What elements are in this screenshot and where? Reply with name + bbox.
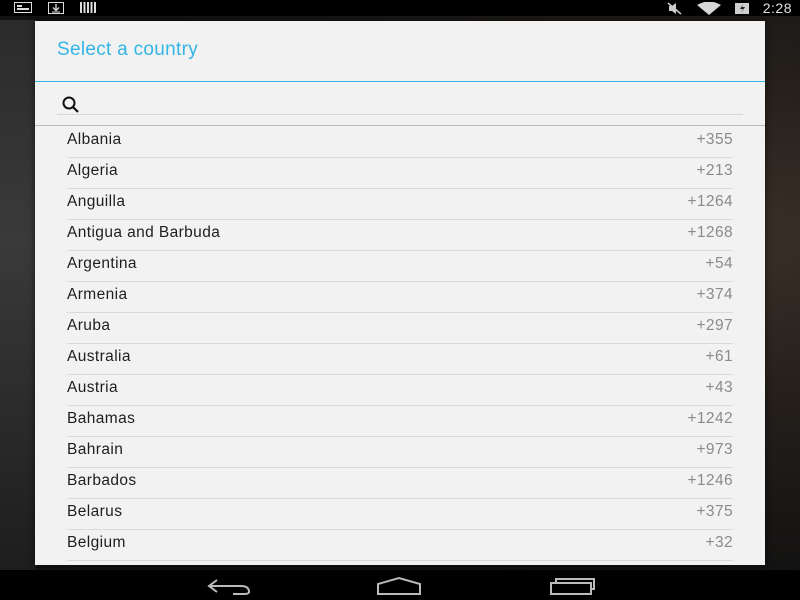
country-item[interactable]: Bahrain +973 — [67, 437, 733, 468]
country-item[interactable]: Anguilla +1264 — [67, 189, 733, 220]
country-dial-code: +355 — [696, 131, 733, 148]
country-name: Belarus — [67, 503, 123, 520]
country-item[interactable]: Belize+501 — [67, 561, 733, 565]
country-item[interactable]: Austria +43 — [67, 375, 733, 406]
country-dial-code: +1242 — [687, 410, 733, 427]
country-item[interactable]: Argentina +54 — [67, 251, 733, 282]
country-name: Armenia — [67, 286, 128, 303]
country-name: Argentina — [67, 255, 137, 272]
home-icon[interactable] — [375, 576, 423, 596]
status-time: 2:28 — [762, 0, 792, 16]
country-dial-code: +61 — [705, 348, 733, 365]
title-divider — [35, 81, 765, 82]
search-underline — [57, 114, 743, 115]
wifi-icon — [696, 1, 721, 15]
country-name: Albania — [67, 131, 122, 148]
country-dial-code: +1268 — [687, 224, 733, 241]
country-item[interactable]: Albania +355 — [67, 127, 733, 158]
country-name: Anguilla — [67, 193, 126, 210]
country-name: Australia — [67, 348, 131, 365]
country-list[interactable]: Albania +355 Algeria +213 Anguilla +1264 Antig… — [67, 127, 733, 565]
country-picker-dialog: Select a country Albania +355 Algeria +213 A… — [35, 21, 765, 565]
search-icon[interactable] — [61, 95, 81, 115]
country-name: Austria — [67, 379, 119, 396]
country-dial-code: +1246 — [687, 472, 733, 489]
country-item[interactable]: Bahamas +1242 — [67, 406, 733, 437]
country-dial-code: +43 — [705, 379, 733, 396]
search-row — [57, 85, 743, 117]
country-name: Aruba — [67, 317, 111, 334]
country-dial-code: +375 — [696, 503, 733, 520]
country-dial-code: +32 — [705, 534, 733, 551]
notification-icon — [14, 2, 32, 13]
mute-icon — [667, 1, 682, 15]
country-item[interactable]: Belarus +375 — [67, 499, 733, 530]
country-dial-code: +973 — [696, 441, 733, 458]
country-name: Algeria — [67, 162, 119, 179]
status-bar: 2:28 — [0, 0, 800, 16]
dialog-title: Select a country — [57, 39, 199, 60]
country-item[interactable]: Belgium +32 — [67, 530, 733, 561]
country-name: Bahamas — [67, 410, 136, 427]
country-dial-code: +374 — [696, 286, 733, 303]
country-name: Bahrain — [67, 441, 124, 458]
list-divider — [35, 125, 765, 126]
search-input[interactable] — [89, 87, 743, 115]
background-app-edge — [0, 20, 36, 570]
barcode-icon — [80, 2, 96, 13]
battery-icon — [734, 2, 749, 14]
country-name: Antigua and Barbuda — [67, 224, 221, 241]
country-item[interactable]: Barbados +1246 — [67, 468, 733, 499]
country-dial-code: +1264 — [687, 193, 733, 210]
country-name: Barbados — [67, 472, 137, 489]
recents-icon[interactable] — [548, 576, 596, 596]
country-name: Belgium — [67, 534, 126, 551]
download-icon — [48, 2, 64, 14]
back-icon[interactable] — [205, 576, 253, 596]
country-item[interactable]: Aruba +297 — [67, 313, 733, 344]
country-dial-code: +54 — [705, 255, 733, 272]
navigation-bar — [0, 570, 800, 600]
country-item[interactable]: Australia +61 — [67, 344, 733, 375]
country-dial-code: +213 — [696, 162, 733, 179]
country-dial-code: +297 — [696, 317, 733, 334]
country-item[interactable]: Armenia +374 — [67, 282, 733, 313]
country-item[interactable]: Algeria +213 — [67, 158, 733, 189]
country-item[interactable]: Antigua and Barbuda +1268 — [67, 220, 733, 251]
